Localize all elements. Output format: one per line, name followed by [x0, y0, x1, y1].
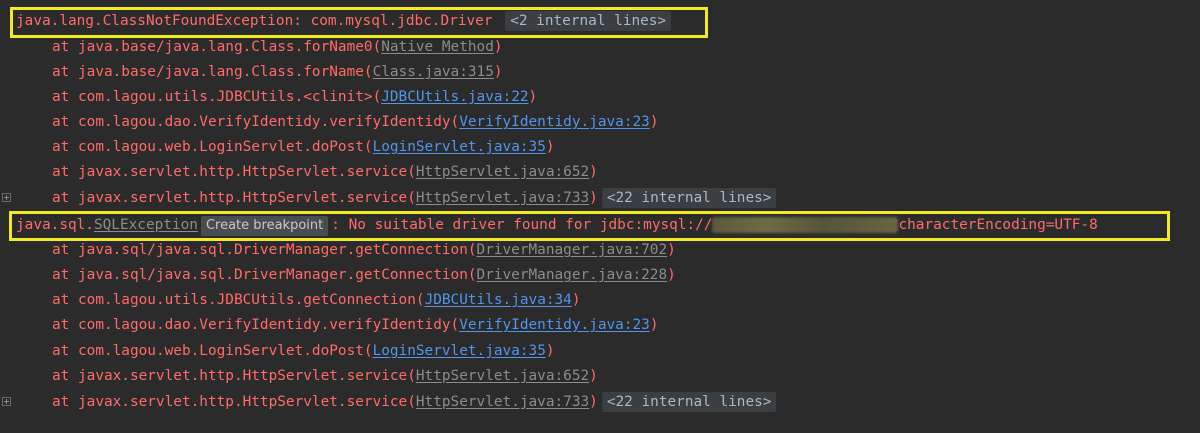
frame-link[interactable]: HttpServlet.java:652	[416, 368, 589, 384]
expand-icon[interactable]	[2, 193, 11, 202]
stack-frame: at java.sql/java.sql.DriverManager.getCo…	[0, 263, 1200, 288]
frame-suffix: )	[667, 242, 676, 258]
internal-lines-badge[interactable]: <22 internal lines>	[601, 188, 777, 208]
console-output: java.lang.ClassNotFoundException: com.my…	[0, 0, 1200, 433]
exception-message: : No suitable driver found for jdbc:mysq…	[331, 217, 713, 233]
frame-suffix: )	[493, 64, 503, 80]
stack-frame: at javax.servlet.http.HttpServlet.servic…	[0, 364, 1200, 389]
frame-link[interactable]: DriverManager.java:228	[477, 267, 668, 283]
frame-suffix: )	[649, 317, 659, 333]
stack-frame: at java.base/java.lang.Class.forName(Cla…	[0, 60, 1200, 85]
frame-link[interactable]: DriverManager.java:702	[477, 242, 668, 258]
frame-suffix: )	[545, 139, 555, 155]
frame-link[interactable]: LoginServlet.java:35	[373, 139, 546, 155]
stack-frame: at com.lagou.web.LoginServlet.doPost(Log…	[0, 339, 1200, 364]
frame-suffix: )	[493, 39, 503, 55]
frame-link[interactable]: HttpServlet.java:733	[416, 190, 589, 206]
exception-line-classnotfound: java.lang.ClassNotFoundException: com.my…	[0, 9, 1200, 34]
frame-text: at java.base/java.lang.Class.forName0(	[52, 39, 382, 55]
frame-link[interactable]: Class.java:315	[373, 64, 494, 80]
frame-link[interactable]: HttpServlet.java:733	[416, 394, 589, 410]
frame-suffix: )	[571, 292, 581, 308]
frame-text: at java.sql/java.sql.DriverManager.getCo…	[52, 267, 477, 283]
frame-suffix: )	[589, 394, 598, 410]
exception-message-suffix: characterEncoding=UTF-8	[898, 217, 1098, 233]
frame-suffix: )	[649, 114, 659, 130]
exception-text: java.sql.	[16, 217, 94, 233]
frame-link[interactable]: Native Method	[381, 39, 494, 55]
frame-suffix: )	[589, 164, 598, 180]
redacted-host	[712, 217, 899, 233]
frame-text: at com.lagou.dao.VerifyIdentidy.verifyId…	[52, 317, 460, 333]
stack-frame: at com.lagou.dao.VerifyIdentidy.verifyId…	[0, 313, 1200, 338]
frame-suffix: )	[589, 368, 598, 384]
frame-text: at com.lagou.web.LoginServlet.doPost(	[52, 343, 373, 359]
frame-link[interactable]: HttpServlet.java:652	[416, 164, 589, 180]
stack-frame: at java.sql/java.sql.DriverManager.getCo…	[0, 238, 1200, 263]
frame-text: at javax.servlet.http.HttpServlet.servic…	[52, 394, 416, 410]
stack-frame: at javax.servlet.http.HttpServlet.servic…	[0, 390, 1200, 415]
frame-text: at com.lagou.utils.JDBCUtils.getConnecti…	[52, 292, 425, 308]
frame-text: at javax.servlet.http.HttpServlet.servic…	[52, 190, 416, 206]
frame-link[interactable]: VerifyIdentidy.java:23	[459, 317, 650, 333]
stack-frame: at com.lagou.web.LoginServlet.doPost(Log…	[0, 135, 1200, 160]
frame-suffix: )	[667, 267, 676, 283]
frame-link[interactable]: JDBCUtils.java:22	[381, 89, 528, 105]
frame-text: at com.lagou.web.LoginServlet.doPost(	[52, 139, 373, 155]
frame-link[interactable]: LoginServlet.java:35	[373, 343, 546, 359]
stack-frame: at javax.servlet.http.HttpServlet.servic…	[0, 160, 1200, 185]
internal-lines-badge[interactable]: <22 internal lines>	[601, 392, 777, 412]
frame-suffix: )	[545, 343, 555, 359]
stack-frame: at com.lagou.utils.JDBCUtils.getConnecti…	[0, 288, 1200, 313]
expand-icon[interactable]	[2, 397, 11, 406]
frame-link[interactable]: VerifyIdentidy.java:23	[459, 114, 650, 130]
frame-link[interactable]: JDBCUtils.java:34	[425, 292, 572, 308]
stack-frame: at java.base/java.lang.Class.forName0(Na…	[0, 35, 1200, 60]
exception-class-link[interactable]: SQLException	[94, 217, 198, 233]
create-breakpoint-tooltip[interactable]: Create breakpoint	[200, 216, 329, 236]
stack-frame: at javax.servlet.http.HttpServlet.servic…	[0, 186, 1200, 211]
internal-lines-badge[interactable]: <2 internal lines>	[505, 11, 672, 31]
exception-text: java.lang.ClassNotFoundException: com.my…	[16, 13, 493, 29]
frame-text: at com.lagou.dao.VerifyIdentidy.verifyId…	[52, 114, 460, 130]
frame-text: at java.base/java.lang.Class.forName(	[52, 64, 373, 80]
frame-text: at com.lagou.utils.JDBCUtils.<clinit>(	[52, 89, 382, 105]
frame-text: at javax.servlet.http.HttpServlet.servic…	[52, 368, 416, 384]
frame-suffix: )	[528, 89, 538, 105]
stack-frame: at com.lagou.utils.JDBCUtils.<clinit>(JD…	[0, 85, 1200, 110]
exception-line-sqlexception: java.sql.SQLException Create breakpoint: …	[0, 213, 1200, 238]
frame-text: at javax.servlet.http.HttpServlet.servic…	[52, 164, 416, 180]
frame-text: at java.sql/java.sql.DriverManager.getCo…	[52, 242, 477, 258]
stack-frame: at com.lagou.dao.VerifyIdentidy.verifyId…	[0, 110, 1200, 135]
frame-suffix: )	[589, 190, 598, 206]
